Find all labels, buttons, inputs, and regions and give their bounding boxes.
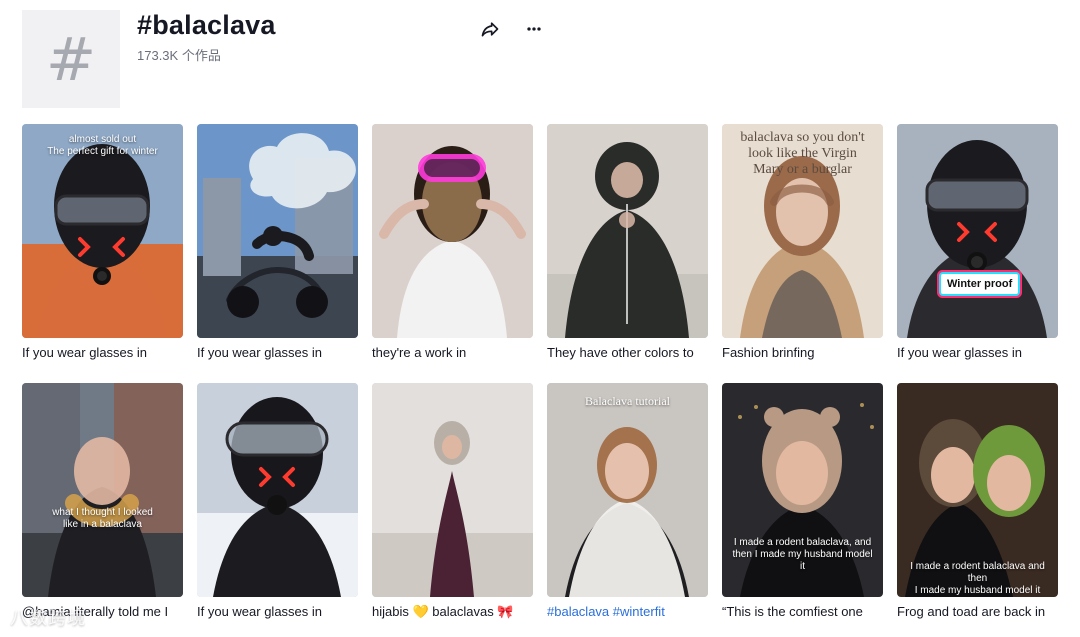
video-card[interactable]: I made a rodent balaclava, and then I mad…	[722, 383, 883, 622]
video-thumbnail[interactable]	[372, 383, 533, 597]
thumbnail-art	[22, 383, 183, 597]
video-caption[interactable]: If you wear glasses in	[197, 604, 358, 620]
header-actions	[477, 16, 547, 42]
video-caption[interactable]: If you wear glasses in	[197, 345, 358, 361]
thumbnail-art	[372, 383, 533, 597]
video-caption[interactable]: Fashion brinfing	[722, 345, 883, 361]
video-card[interactable]: If you wear glasses in	[197, 124, 358, 363]
share-button[interactable]	[477, 16, 503, 42]
more-icon	[527, 27, 541, 31]
thumbnail-art	[197, 383, 358, 597]
video-thumbnail[interactable]	[197, 124, 358, 338]
video-caption[interactable]: Frog and toad are back in	[897, 604, 1058, 620]
video-thumbnail[interactable]: what I thought I looked like in a balacla…	[22, 383, 183, 597]
video-thumbnail[interactable]	[547, 124, 708, 338]
video-caption[interactable]: #balaclava #winterfit	[547, 604, 708, 620]
thumbnail-art	[547, 383, 708, 597]
hashtag-link[interactable]: #winterfit	[613, 604, 665, 619]
thumbnail-badge: Winter proof	[941, 274, 1019, 294]
video-caption[interactable]: If you wear glasses in	[22, 345, 183, 361]
video-card[interactable]: I made a rodent balaclava and then I made…	[897, 383, 1058, 622]
video-card[interactable]: They have other colors to	[547, 124, 708, 363]
video-card[interactable]: hijabis 💛 balaclavas 🎀	[372, 383, 533, 622]
video-thumbnail[interactable]: Balaclava tutorial	[547, 383, 708, 597]
video-thumbnail[interactable]	[197, 383, 358, 597]
hashtag-icon: #	[45, 25, 97, 95]
hashtag-avatar: #	[22, 10, 120, 108]
page-title: #balaclava	[137, 10, 276, 40]
hashtag-header: # #balaclava 173.3K 个作品	[22, 10, 1080, 110]
video-thumbnail[interactable]: balaclava so you don't look like the Virg…	[722, 124, 883, 338]
hashtag-link[interactable]: #balaclava	[547, 604, 609, 619]
video-caption[interactable]: “This is the comfiest one	[722, 604, 883, 620]
video-caption[interactable]: hijabis 💛 balaclavas 🎀	[372, 604, 533, 620]
post-count: 173.3K 个作品	[137, 48, 221, 63]
video-card[interactable]: balaclava so you don't look like the Virg…	[722, 124, 883, 363]
video-card[interactable]: what I thought I looked like in a balacla…	[22, 383, 183, 622]
more-button[interactable]	[521, 16, 547, 42]
video-caption[interactable]: they're a work in	[372, 345, 533, 361]
thumbnail-overlay-text: I made a rodent balaclava, and then I mad…	[732, 537, 873, 572]
thumbnail-overlay-text: what I thought I looked like in a balacla…	[52, 507, 153, 530]
video-thumbnail[interactable]: Winter proof	[897, 124, 1058, 338]
thumbnail-art	[547, 124, 708, 338]
video-caption[interactable]: If you wear glasses in	[897, 345, 1058, 361]
video-card[interactable]: If you wear glasses in	[197, 383, 358, 622]
video-thumbnail[interactable]: almost sold out The perfect gift for wint…	[22, 124, 183, 338]
video-thumbnail[interactable]: I made a rodent balaclava, and then I mad…	[722, 383, 883, 597]
thumbnail-art	[897, 124, 1058, 338]
thumbnail-art	[197, 124, 358, 338]
thumbnail-art	[372, 124, 533, 338]
video-card[interactable]: they're a work in	[372, 124, 533, 363]
thumbnail-overlay-text: balaclava so you don't look like the Virg…	[740, 130, 865, 177]
video-thumbnail[interactable]	[372, 124, 533, 338]
share-icon	[481, 22, 499, 37]
video-card[interactable]: Balaclava tutorial #balaclava #winterfit	[547, 383, 708, 622]
thumbnail-overlay-text: Balaclava tutorial	[585, 394, 670, 408]
video-card[interactable]: almost sold out The perfect gift for wint…	[22, 124, 183, 363]
video-grid: almost sold out The perfect gift for wint…	[22, 124, 1060, 622]
video-caption[interactable]: They have other colors to	[547, 345, 708, 361]
thumbnail-overlay-text: I made a rodent balaclava and then I made…	[910, 561, 1045, 596]
video-card[interactable]: Winter proof If you wear glasses in	[897, 124, 1058, 363]
thumbnail-overlay-text: almost sold out The perfect gift for wint…	[47, 134, 158, 157]
video-caption[interactable]: @hamia literally told me I	[22, 604, 183, 620]
video-thumbnail[interactable]: I made a rodent balaclava and then I made…	[897, 383, 1058, 597]
